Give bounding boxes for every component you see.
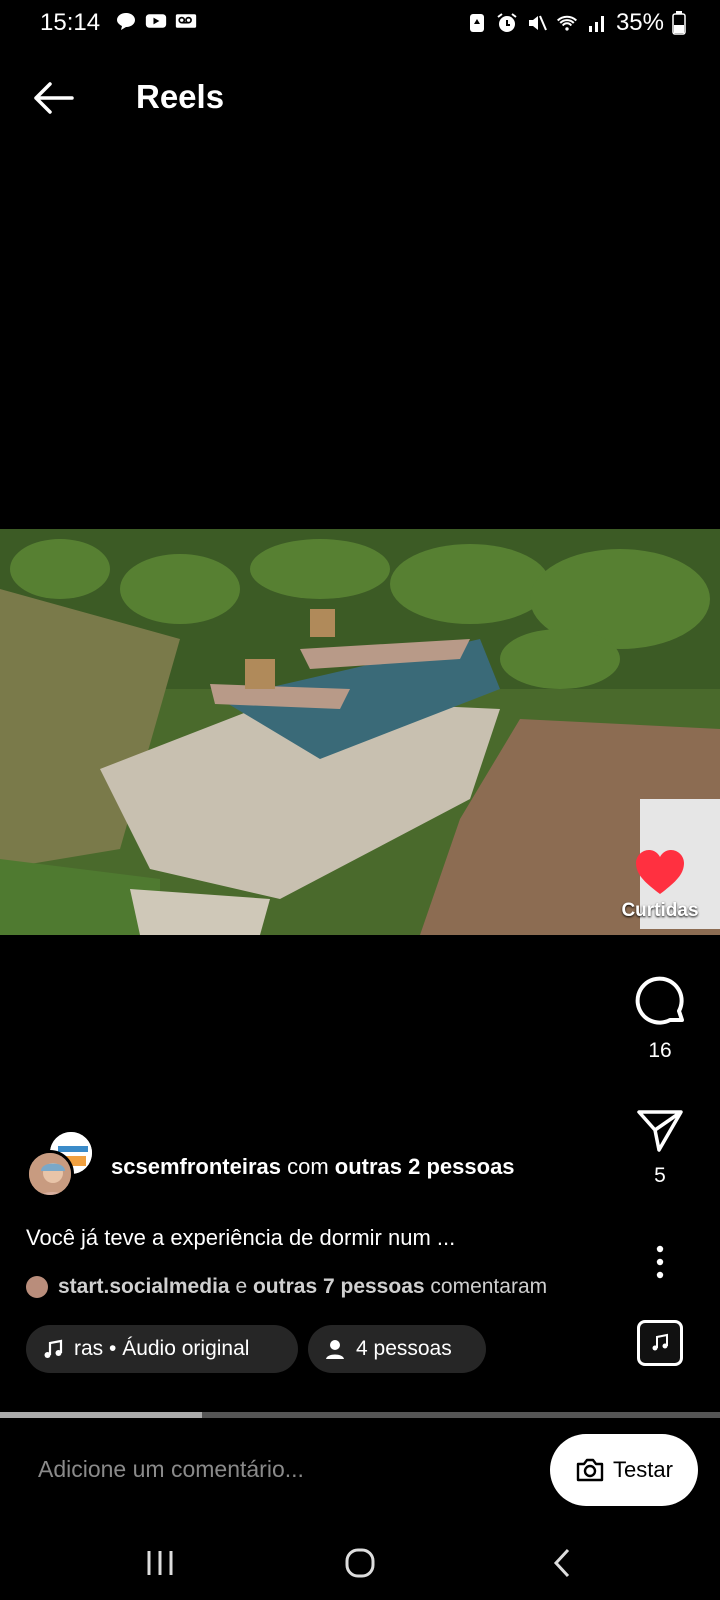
system-back-button[interactable] bbox=[532, 1543, 592, 1583]
commenter-avatar bbox=[26, 1276, 48, 1298]
home-button[interactable] bbox=[330, 1543, 390, 1583]
audio-thumb-box[interactable] bbox=[637, 1320, 683, 1366]
people-pill[interactable]: 4 pessoas bbox=[308, 1325, 486, 1373]
commenter-first[interactable]: start.socialmedia bbox=[58, 1275, 230, 1298]
video-progress-fill bbox=[0, 1412, 202, 1418]
recent-apps-button[interactable] bbox=[130, 1543, 190, 1583]
music-note-icon bbox=[652, 1333, 668, 1351]
comment-input[interactable] bbox=[38, 1456, 518, 1483]
youtube-icon bbox=[145, 14, 167, 28]
wifi-icon bbox=[556, 15, 577, 31]
header: Reels bbox=[0, 70, 720, 130]
camera-icon bbox=[576, 1458, 604, 1482]
commenters-others[interactable]: outras 7 pessoas bbox=[253, 1275, 425, 1298]
chevron-left-icon bbox=[553, 1548, 570, 1578]
author-username[interactable]: scsemfronteiras bbox=[111, 1154, 281, 1179]
commenters-connector: e bbox=[235, 1275, 248, 1298]
avatar[interactable] bbox=[26, 1150, 74, 1198]
chat-bubble-icon bbox=[117, 13, 135, 30]
more-vertical-icon[interactable] bbox=[655, 1245, 665, 1279]
testar-button[interactable]: Testar bbox=[550, 1434, 698, 1506]
battery-percent: 35% bbox=[615, 9, 664, 36]
recent-apps-icon bbox=[147, 1551, 173, 1575]
signal-icon bbox=[588, 16, 604, 32]
status-left-icons bbox=[115, 10, 197, 32]
comment-action[interactable]: 16 bbox=[600, 975, 720, 1063]
reel-caption[interactable]: Você já teve a experiência de dormir num… bbox=[26, 1225, 455, 1251]
audio-thumbnail[interactable] bbox=[600, 1320, 720, 1366]
author-line[interactable]: scsemfronteiras com outras 2 pessoas bbox=[111, 1154, 515, 1180]
people-label: 4 pessoas bbox=[356, 1337, 452, 1360]
more-options[interactable] bbox=[600, 1245, 720, 1279]
audio-label: ras • Áudio original bbox=[74, 1337, 250, 1360]
commenters-suffix: comentaram bbox=[430, 1275, 548, 1298]
system-nav-bar bbox=[0, 1525, 720, 1600]
status-bar: 15:14 35% bbox=[0, 0, 720, 48]
status-time: 15:14 bbox=[40, 9, 101, 36]
comments-count: 16 bbox=[648, 1039, 672, 1062]
audio-pill[interactable]: ras • Áudio original bbox=[26, 1325, 298, 1373]
video-progress-bar[interactable] bbox=[0, 1412, 720, 1418]
author-row[interactable]: scsemfronteiras com outras 2 pessoas bbox=[26, 1130, 626, 1200]
comment-bubble-icon[interactable] bbox=[633, 975, 687, 1029]
avatar-stack[interactable] bbox=[26, 1130, 98, 1200]
author-with: com bbox=[287, 1154, 329, 1179]
commenters-line[interactable]: start.socialmedia e outras 7 pessoas com… bbox=[26, 1275, 547, 1299]
battery-icon bbox=[672, 11, 686, 35]
page-title: Reels bbox=[136, 78, 225, 115]
send-icon[interactable] bbox=[635, 1108, 685, 1154]
heart-filled-icon[interactable] bbox=[634, 848, 686, 896]
music-note-icon bbox=[44, 1339, 63, 1358]
battery-saver-icon bbox=[469, 14, 484, 32]
testar-label: Testar bbox=[613, 1457, 673, 1482]
comment-bar: Testar bbox=[0, 1420, 720, 1524]
author-others[interactable]: outras 2 pessoas bbox=[335, 1154, 515, 1179]
like-action[interactable]: Curtidas bbox=[600, 848, 720, 922]
back-arrow-icon[interactable] bbox=[28, 78, 78, 118]
like-label: Curtidas bbox=[621, 900, 699, 921]
person-icon bbox=[326, 1340, 344, 1359]
status-right-icons: 35% bbox=[466, 9, 686, 37]
mute-icon bbox=[528, 15, 547, 31]
voicemail-icon bbox=[175, 14, 197, 28]
home-icon bbox=[345, 1548, 375, 1578]
alarm-icon bbox=[497, 13, 517, 32]
